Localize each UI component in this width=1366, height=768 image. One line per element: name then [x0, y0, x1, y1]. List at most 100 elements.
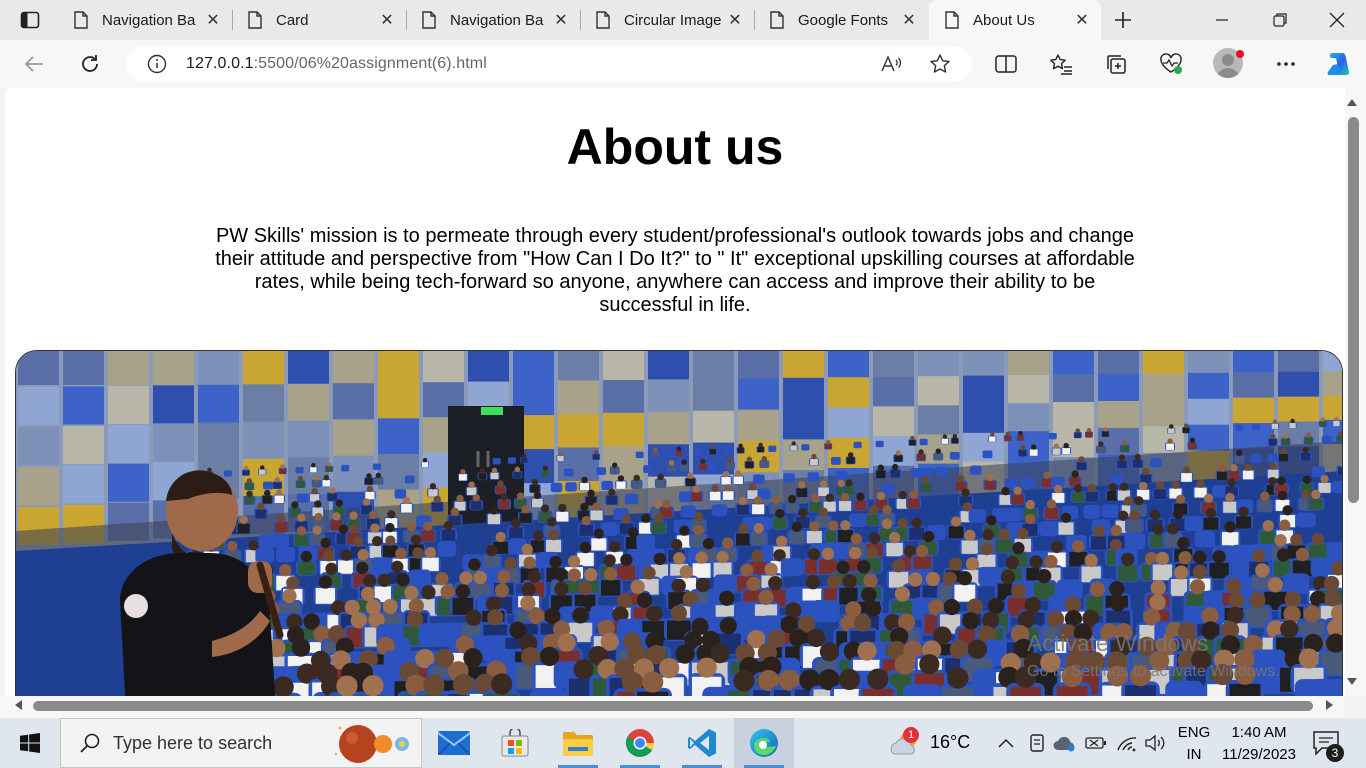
input-language-indicator[interactable]: ENG IN — [1176, 722, 1212, 766]
page-icon — [248, 11, 262, 29]
start-button[interactable] — [0, 718, 60, 768]
url-path: :5500/06%20assignment(6).html — [253, 55, 487, 72]
address-bar[interactable]: 127.0.0.1:5500/06%20assignment(6).html — [126, 46, 972, 82]
scroll-left-arrow-icon[interactable] — [12, 699, 24, 711]
system-clock[interactable]: 1:40 AM 11/29/2023 — [1214, 722, 1304, 766]
refresh-icon — [82, 55, 98, 72]
file-explorer-button[interactable] — [548, 718, 608, 768]
split-screen-button[interactable] — [988, 48, 1024, 80]
url-text[interactable]: 127.0.0.1:5500/06%20assignment(6).html — [186, 55, 487, 73]
url-host: 127.0.0.1 — [186, 55, 254, 72]
watermark-subtitle: Go to Settings to activate Windows. — [1027, 663, 1280, 680]
tab-4[interactable]: Google Fonts ✕ — [754, 0, 928, 40]
clock-date: 11/29/2023 — [1222, 746, 1296, 763]
lang-region: IN — [1186, 746, 1202, 763]
edge-button[interactable] — [734, 718, 794, 768]
scroll-down-arrow-icon[interactable] — [1346, 675, 1358, 687]
split-screen-icon — [995, 55, 1017, 73]
chrome-icon — [625, 729, 654, 757]
read-aloud-icon[interactable] — [878, 51, 904, 77]
tab-2[interactable]: Navigation Ba ✕ — [406, 0, 580, 40]
heart-pulse-icon — [1160, 53, 1182, 74]
page-icon — [945, 11, 959, 29]
notification-count-badge: 3 — [1326, 744, 1344, 762]
mail-app-button[interactable] — [424, 718, 484, 768]
page-icon — [422, 11, 436, 29]
search-icon — [75, 728, 105, 758]
close-tab-icon[interactable]: ✕ — [1069, 7, 1095, 33]
close-tab-icon[interactable]: ✕ — [722, 7, 748, 33]
plus-icon — [1115, 12, 1131, 28]
volume-icon[interactable] — [1143, 731, 1167, 755]
restore-icon — [1273, 13, 1287, 27]
scroll-right-arrow-icon[interactable] — [1323, 699, 1335, 711]
mission-paragraph: PW Skills' mission is to permeate throug… — [215, 225, 1135, 316]
close-icon — [1329, 12, 1345, 28]
folder-icon — [563, 732, 593, 756]
tab-5-active[interactable]: About Us ✕ — [929, 0, 1101, 40]
vertical-scroll-thumb[interactable] — [1348, 117, 1359, 503]
scroll-up-arrow-icon[interactable] — [1346, 96, 1358, 108]
tab-title: Google Fonts — [798, 11, 889, 29]
wifi-icon[interactable] — [1115, 731, 1139, 755]
tab-title: Navigation Ba — [450, 11, 544, 29]
back-arrow-icon — [24, 56, 43, 72]
battery-icon[interactable] — [1084, 731, 1108, 755]
favorites-list-icon — [1050, 54, 1072, 75]
vscode-button[interactable] — [672, 718, 732, 768]
minimize-icon — [1216, 19, 1228, 21]
vscode-icon — [688, 729, 716, 757]
restore-button[interactable] — [1251, 0, 1309, 40]
microsoft-store-button[interactable] — [485, 718, 545, 768]
tab-title: Navigation Ba — [102, 11, 196, 29]
tab-0[interactable]: Navigation Ba ✕ — [58, 0, 232, 40]
close-tab-icon[interactable]: ✕ — [896, 7, 922, 33]
activate-windows-watermark: Activate Windows Go to Settings to activ… — [1027, 630, 1280, 681]
copilot-button[interactable] — [1320, 48, 1356, 80]
page-icon — [596, 11, 610, 29]
watermark-title: Activate Windows — [1027, 630, 1209, 656]
lang-code: ENG — [1177, 724, 1211, 741]
tab-1[interactable]: Card ✕ — [232, 0, 406, 40]
minimize-button[interactable] — [1193, 0, 1251, 40]
page-icon — [770, 11, 784, 29]
close-tab-icon[interactable]: ✕ — [374, 7, 400, 33]
show-hidden-icons-chevron-icon[interactable] — [994, 731, 1018, 755]
weather-alert-badge: 1 — [903, 727, 919, 743]
windows-logo-icon — [20, 733, 40, 753]
tab-actions-button[interactable] — [8, 6, 52, 34]
new-tab-button[interactable] — [1106, 6, 1140, 34]
weather-temperature[interactable]: 16°C — [930, 732, 970, 753]
tab-title: Circular Image — [624, 11, 722, 29]
more-dots-icon — [1277, 62, 1295, 66]
search-placeholder: Type here to search — [113, 732, 273, 753]
page-icon — [74, 11, 88, 29]
collections-button[interactable] — [1098, 48, 1134, 80]
refresh-button[interactable] — [72, 48, 108, 80]
back-button[interactable] — [16, 48, 52, 80]
horizontal-scroll-thumb[interactable] — [33, 701, 1313, 711]
tab-strip: Navigation Ba ✕ Card ✕ Navigation Ba ✕ C… — [0, 0, 1366, 40]
chrome-button[interactable] — [610, 718, 670, 768]
tab-3[interactable]: Circular Image ✕ — [580, 0, 754, 40]
close-tab-icon[interactable]: ✕ — [200, 7, 226, 33]
page-title: About us — [566, 119, 784, 175]
collections-icon — [1107, 55, 1126, 74]
site-info-icon[interactable] — [144, 51, 170, 77]
close-tab-icon[interactable]: ✕ — [548, 7, 574, 33]
store-icon — [501, 729, 529, 757]
profile-notification-dot — [1236, 50, 1244, 58]
browser-essentials-button[interactable] — [1153, 48, 1189, 80]
favorites-button[interactable] — [1043, 48, 1079, 80]
tab-title: About Us — [973, 11, 1035, 29]
onedrive-cloud-icon[interactable] — [1053, 731, 1077, 755]
tab-title: Card — [276, 11, 309, 29]
mail-icon — [438, 731, 470, 755]
tab-actions-icon — [20, 11, 40, 29]
settings-more-button[interactable] — [1268, 48, 1304, 80]
close-window-button[interactable] — [1308, 0, 1366, 40]
browser-toolbar: 127.0.0.1:5500/06%20assignment(6).html — [0, 40, 1366, 88]
favorite-star-icon[interactable] — [927, 51, 953, 77]
device-icon[interactable] — [1025, 731, 1049, 755]
clock-time: 1:40 AM — [1231, 724, 1287, 741]
